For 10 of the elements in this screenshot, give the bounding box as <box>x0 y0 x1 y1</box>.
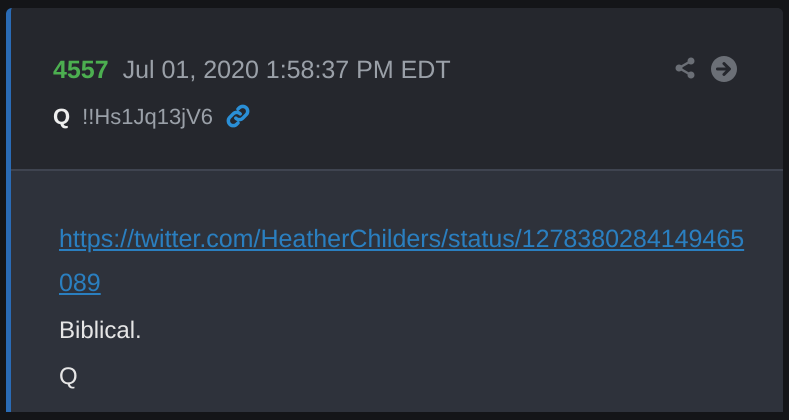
post-number[interactable]: 4557 <box>53 52 109 90</box>
tweet-link[interactable]: https://twitter.com/HeatherChilders/status/1278380284149465089 <box>59 217 751 305</box>
post-date: Jul 01, 2020 1:58:37 PM EDT <box>122 55 451 86</box>
post-text: Q <box>59 362 79 392</box>
arrow-circle-icon[interactable] <box>711 56 737 82</box>
share-icon[interactable] <box>673 56 697 80</box>
tripcode: !!Hs1Jq13jV6 <box>82 102 213 131</box>
post-text: Biblical. <box>59 316 143 346</box>
link-icon[interactable] <box>224 103 251 129</box>
author-name: Q <box>53 102 70 130</box>
